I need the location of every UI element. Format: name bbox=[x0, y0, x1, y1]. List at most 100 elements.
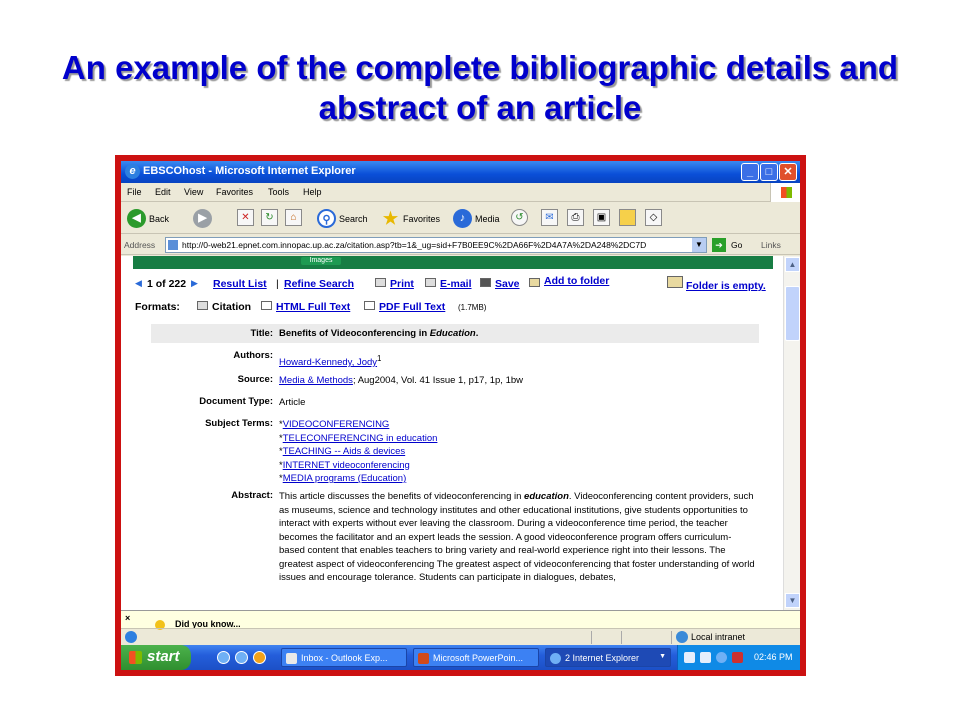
result-position: 1 of 222 bbox=[147, 278, 187, 290]
window-titlebar[interactable]: e EBSCOhost - Microsoft Internet Explore… bbox=[121, 161, 800, 183]
print-link[interactable]: Print bbox=[390, 278, 414, 290]
close-infobar-icon[interactable]: × bbox=[125, 613, 130, 623]
minimize-button[interactable]: _ bbox=[741, 163, 759, 181]
email-icon[interactable] bbox=[425, 278, 436, 287]
folder-icon[interactable] bbox=[529, 278, 540, 287]
result-list-link[interactable]: Result List bbox=[213, 278, 267, 290]
stop-icon[interactable]: ✕ bbox=[237, 209, 254, 226]
subject-term: *INTERNET videoconferencing bbox=[279, 459, 757, 473]
slide-title-line-1: An example of the complete bibliographic… bbox=[61, 49, 899, 86]
source-link[interactable]: Media & Methods bbox=[279, 375, 353, 386]
formats-row: Formats: Citation HTML Full Text PDF Ful… bbox=[135, 300, 775, 316]
refresh-icon[interactable]: ↻ bbox=[261, 209, 278, 226]
favorites-button[interactable]: ★ Favorites bbox=[381, 208, 447, 230]
scroll-down-icon[interactable]: ▼ bbox=[785, 593, 800, 608]
media-button[interactable]: ♪ Media bbox=[453, 208, 505, 230]
scroll-thumb[interactable] bbox=[785, 286, 800, 341]
save-icon[interactable] bbox=[480, 278, 491, 287]
menu-view[interactable]: View bbox=[184, 187, 203, 197]
previous-arrow-icon[interactable]: ◀ bbox=[135, 278, 142, 289]
images-tab[interactable]: Images bbox=[301, 257, 341, 265]
taskbar-item-powerpoint[interactable]: Microsoft PowerPoin... bbox=[413, 648, 539, 667]
powerpoint-icon bbox=[418, 653, 429, 664]
vertical-scrollbar[interactable]: ▲ ▼ bbox=[783, 256, 800, 610]
taskbar-item-internet-explorer[interactable]: 2 Internet Explorer ▼ bbox=[545, 648, 671, 667]
maximize-button[interactable]: □ bbox=[760, 163, 778, 181]
subject-term: *MEDIA programs (Education) bbox=[279, 472, 757, 486]
go-arrow-icon[interactable]: ➔ bbox=[712, 238, 726, 252]
back-button[interactable]: ◀ Back bbox=[127, 208, 187, 230]
menu-edit[interactable]: Edit bbox=[155, 187, 171, 197]
research-icon[interactable]: ◇ bbox=[645, 209, 662, 226]
save-link[interactable]: Save bbox=[495, 278, 520, 290]
tray-icon[interactable] bbox=[732, 652, 743, 663]
ie-quicklaunch-icon[interactable] bbox=[217, 651, 230, 664]
status-divider bbox=[621, 631, 622, 644]
taskbar-item-outlook[interactable]: Inbox - Outlook Exp... bbox=[281, 648, 407, 667]
scroll-up-icon[interactable]: ▲ bbox=[785, 257, 800, 272]
menu-favorites[interactable]: Favorites bbox=[216, 187, 253, 197]
folder-status-link[interactable]: Folder is empty. bbox=[686, 280, 766, 292]
start-button[interactable]: start bbox=[121, 645, 191, 670]
close-button[interactable]: ✕ bbox=[779, 163, 797, 181]
print-icon[interactable] bbox=[375, 278, 386, 287]
back-label: Back bbox=[149, 214, 170, 224]
address-bar: Address http://0-web21.epnet.com.innopac… bbox=[121, 235, 800, 255]
add-to-folder-link[interactable]: Add to folder bbox=[544, 275, 609, 287]
desktop-quicklaunch-icon[interactable] bbox=[235, 651, 248, 664]
search-button[interactable]: ⚲ Search bbox=[317, 208, 377, 230]
html-full-text-link[interactable]: HTML Full Text bbox=[276, 301, 350, 313]
history-icon[interactable]: ↺ bbox=[511, 209, 528, 226]
media-quicklaunch-icon[interactable] bbox=[253, 651, 266, 664]
edit-icon[interactable]: ▣ bbox=[593, 209, 610, 226]
subject-terms-label: Subject Terms: bbox=[205, 418, 273, 429]
slide-title-line-2: abstract of an article bbox=[318, 89, 642, 126]
authors-value: Howard-Kennedy, Jody1 bbox=[279, 352, 757, 370]
abstract-text: This article discusses the benefits of v… bbox=[279, 490, 757, 585]
subject-link[interactable]: TEACHING -- Aids & devices bbox=[283, 446, 405, 457]
print-icon[interactable]: ⎙ bbox=[567, 209, 584, 226]
menu-tools[interactable]: Tools bbox=[268, 187, 289, 197]
tray-icon[interactable] bbox=[716, 652, 727, 663]
subject-link[interactable]: INTERNET videoconferencing bbox=[283, 460, 410, 471]
pdf-full-text-link[interactable]: PDF Full Text bbox=[379, 301, 445, 313]
windows-logo-icon bbox=[770, 183, 800, 202]
menu-help[interactable]: Help bbox=[303, 187, 322, 197]
system-tray: 02:46 PM bbox=[677, 645, 800, 670]
status-divider bbox=[591, 631, 592, 644]
home-icon[interactable]: ⌂ bbox=[285, 209, 302, 226]
go-button[interactable]: Go bbox=[731, 240, 742, 250]
status-divider bbox=[671, 631, 672, 644]
page-icon bbox=[168, 240, 178, 250]
forward-button[interactable]: ▶ bbox=[193, 208, 223, 230]
subject-link[interactable]: VIDEOCONFERENCING bbox=[283, 419, 390, 430]
menu-file[interactable]: File bbox=[127, 187, 142, 197]
discuss-icon[interactable] bbox=[619, 209, 636, 226]
forward-arrow-icon: ▶ bbox=[193, 209, 212, 228]
address-input[interactable]: http://0-web21.epnet.com.innopac.up.ac.z… bbox=[165, 237, 707, 253]
author-link[interactable]: Howard-Kennedy, Jody bbox=[279, 357, 377, 368]
menu-bar: File Edit View Favorites Tools Help bbox=[121, 183, 800, 202]
email-link[interactable]: E-mail bbox=[440, 278, 472, 290]
folder-icon bbox=[667, 276, 683, 288]
taskbar-item-label: Inbox - Outlook Exp... bbox=[301, 653, 388, 663]
outlook-icon bbox=[286, 653, 297, 664]
status-bar: Local intranet bbox=[121, 628, 800, 645]
taskbar-clock: 02:46 PM bbox=[754, 652, 793, 662]
document-type-value: Article bbox=[279, 397, 306, 408]
subject-link[interactable]: MEDIA programs (Education) bbox=[283, 473, 407, 484]
chevron-down-icon[interactable]: ▼ bbox=[692, 238, 706, 252]
subject-link[interactable]: TELECONFERENCING in education bbox=[283, 433, 438, 444]
search-icon: ⚲ bbox=[317, 209, 336, 228]
links-button[interactable]: Links bbox=[761, 240, 781, 250]
help-tray-icon[interactable] bbox=[684, 652, 695, 663]
next-arrow-icon[interactable]: ▶ bbox=[191, 278, 198, 289]
search-label: Search bbox=[339, 214, 368, 224]
mail-icon[interactable]: ✉ bbox=[541, 209, 558, 226]
abstract-emphasis: education bbox=[524, 491, 569, 502]
browser-window: e EBSCOhost - Microsoft Internet Explore… bbox=[121, 161, 800, 670]
network-tray-icon[interactable] bbox=[700, 652, 711, 663]
subject-term: *TELECONFERENCING in education bbox=[279, 432, 757, 446]
media-label: Media bbox=[475, 214, 500, 224]
refine-search-link[interactable]: Refine Search bbox=[284, 278, 354, 290]
